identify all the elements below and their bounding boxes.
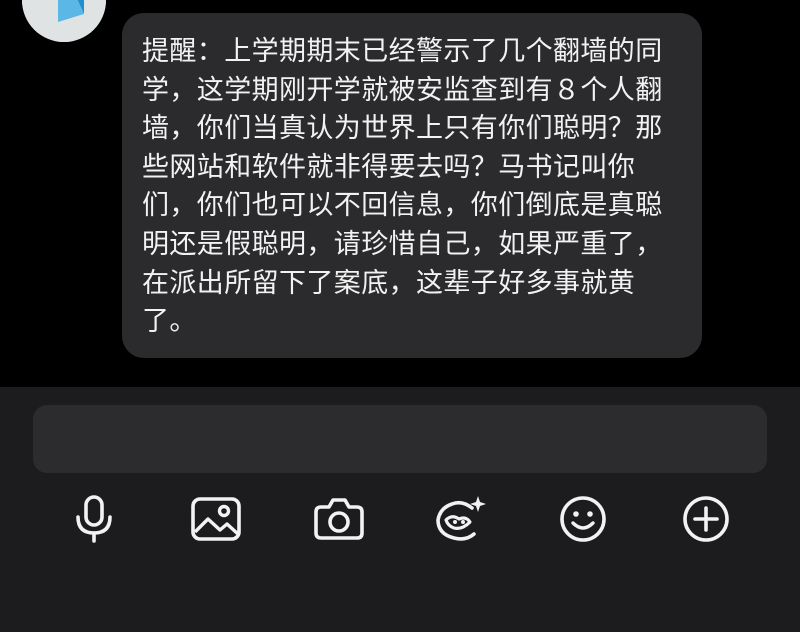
message-input[interactable] — [33, 405, 767, 473]
camera-icon — [314, 498, 364, 540]
chat-screen: 提醒：上学期期末已经警示了几个翻墙的同学，这学期刚开学就被安监查到有８个人翻墙，… — [0, 0, 800, 632]
voice-button[interactable] — [62, 487, 126, 551]
message-text: 提醒：上学期期末已经警示了几个翻墙的同学，这学期刚开学就被安监查到有８个人翻墙，… — [142, 36, 663, 338]
more-button[interactable] — [674, 487, 738, 551]
camera-button[interactable] — [307, 487, 371, 551]
composer-toolbar — [0, 487, 800, 551]
message-list[interactable]: 提醒：上学期期末已经警示了几个翻墙的同学，这学期刚开学就被安监查到有８个人翻墙，… — [0, 0, 800, 387]
avatar-logo-icon — [22, 0, 106, 42]
sticker-button[interactable] — [428, 487, 492, 551]
message-bubble[interactable]: 提醒：上学期期末已经警示了几个翻墙的同学，这学期刚开学就被安监查到有８个人翻墙，… — [122, 13, 702, 358]
image-icon — [191, 497, 241, 541]
avatar[interactable] — [22, 0, 106, 42]
microphone-icon — [76, 495, 112, 543]
emoji-icon — [560, 496, 606, 542]
composer-bar — [0, 387, 800, 632]
plus-circle-icon — [683, 496, 729, 542]
emoji-button[interactable] — [551, 487, 615, 551]
gallery-button[interactable] — [184, 487, 248, 551]
sticker-sparkle-icon — [436, 496, 486, 541]
